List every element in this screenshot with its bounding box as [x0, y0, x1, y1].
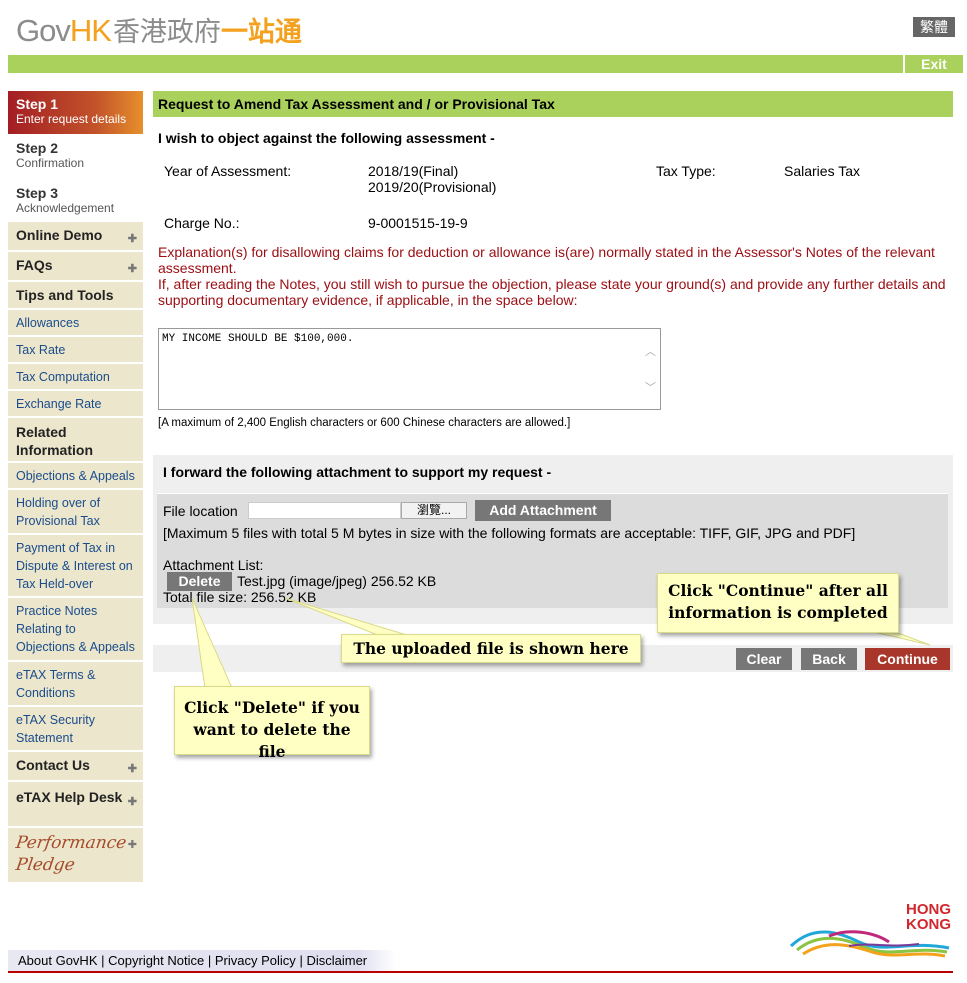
- tax-type-label: Tax Type:: [656, 163, 716, 179]
- attached-file-item: Test.jpg (image/jpeg) 256.52 KB: [237, 573, 437, 589]
- sidebar-item-online-demo[interactable]: Online Demo ✚: [8, 222, 143, 252]
- sidebar-link-etax-security[interactable]: eTAX Security Statement: [8, 707, 143, 752]
- sidebar-link-allowances[interactable]: Allowances: [8, 310, 143, 337]
- page-title: Request to Amend Tax Assessment and / or…: [153, 91, 953, 117]
- performance-pledge-link[interactable]: Performance Pledge ✚: [8, 828, 143, 882]
- step-subtitle: Enter request details: [16, 112, 127, 126]
- expand-plus-icon: ✚: [127, 763, 137, 775]
- language-button[interactable]: 繁體: [913, 17, 955, 37]
- scroll-down-icon[interactable]: ﹀: [645, 379, 656, 395]
- step-subtitle: Confirmation: [16, 156, 85, 170]
- step-2: Step 2 Confirmation: [8, 134, 143, 179]
- step-1-current: Step 1 Enter request details: [8, 91, 143, 134]
- dragon-icon: [789, 930, 950, 958]
- sidebar-item-label: Contact Us: [16, 757, 90, 773]
- grounds-textarea[interactable]: MY INCOME SHOULD BE $100,000. ︿ ﹀: [158, 328, 661, 410]
- pledge-line-2: Pledge: [14, 855, 77, 875]
- max-characters-note: [A maximum of 2,400 English characters o…: [158, 417, 571, 429]
- expand-plus-icon: ✚: [127, 233, 137, 245]
- footer-links: About GovHK | Copyright Notice | Privacy…: [8, 950, 396, 972]
- continue-hint-callout: Click "Continue" after all information i…: [657, 573, 899, 633]
- delete-hint-callout: Click "Delete" if you want to delete the…: [174, 686, 370, 761]
- sidebar-link-holding-over[interactable]: Holding over of Provisional Tax: [8, 490, 143, 535]
- year-label: Year of Assessment:: [164, 163, 292, 179]
- object-heading: I wish to object against the following a…: [158, 130, 495, 146]
- explanation-text-2: If, after reading the Notes, you still w…: [158, 276, 946, 308]
- sidebar-link-tax-rate[interactable]: Tax Rate: [8, 337, 143, 364]
- logo-zh-accent: 一站通: [220, 17, 302, 47]
- expand-plus-icon: ✚: [127, 839, 137, 851]
- sidebar-link-practice-notes[interactable]: Practice Notes Relating to Objections & …: [8, 598, 143, 662]
- logo-gov: Gov: [16, 13, 71, 48]
- sidebar-item-contact-us[interactable]: Contact Us ✚: [8, 752, 143, 782]
- continue-button[interactable]: Continue: [865, 648, 950, 670]
- footer-link-disclaimer[interactable]: Disclaimer: [306, 953, 367, 968]
- expand-plus-icon: ✚: [127, 263, 137, 275]
- step-title: Step 2: [16, 140, 59, 156]
- sidebar-item-faqs[interactable]: FAQs ✚: [8, 252, 143, 282]
- step-3: Step 3 Acknowledgement: [8, 179, 143, 222]
- sidebar-link-etax-terms[interactable]: eTAX Terms & Conditions: [8, 662, 143, 707]
- step-subtitle: Acknowledgement: [16, 201, 115, 215]
- sidebar-heading-label: Tips and Tools: [16, 287, 114, 303]
- sidebar-heading-related-information: Related Information: [8, 418, 143, 463]
- sidebar-item-etax-help[interactable]: eTAX Help Desk ✚: [8, 782, 143, 828]
- tax-type-value: Salaries Tax: [784, 163, 861, 179]
- sidebar-link-objections-appeals[interactable]: Objections & Appeals: [8, 463, 143, 490]
- footer-link-about[interactable]: About GovHK: [18, 953, 98, 968]
- pledge-line-1: Performance: [14, 833, 128, 853]
- footer-divider: [8, 971, 953, 973]
- year-value-2: 2019/20(Provisional): [368, 179, 497, 195]
- sidebar-item-label: eTAX Help Desk: [16, 789, 123, 805]
- sidebar: Step 1 Enter request details Step 2 Conf…: [8, 91, 143, 882]
- file-location-input[interactable]: [248, 502, 401, 519]
- footer-link-privacy[interactable]: Privacy Policy: [215, 953, 296, 968]
- logo-zh-main: 香港政府: [112, 17, 221, 47]
- charge-label: Charge No.:: [164, 215, 240, 231]
- clear-button[interactable]: Clear: [736, 648, 792, 670]
- uploaded-hint-callout: The uploaded file is shown here: [341, 634, 641, 663]
- step-title: Step 1: [16, 96, 59, 112]
- back-button[interactable]: Back: [801, 648, 857, 670]
- add-attachment-button[interactable]: Add Attachment: [475, 500, 611, 521]
- sidebar-link-payment-dispute[interactable]: Payment of Tax in Dispute & Interest on …: [8, 535, 143, 598]
- browse-button[interactable]: 瀏覽...: [401, 502, 467, 519]
- footer-separator: |: [299, 953, 303, 968]
- expand-plus-icon: ✚: [127, 796, 137, 808]
- footer-link-copyright[interactable]: Copyright Notice: [108, 953, 204, 968]
- step-title: Step 3: [16, 185, 59, 201]
- grounds-text: MY INCOME SHOULD BE $100,000.: [162, 333, 354, 345]
- footer-separator: |: [101, 953, 105, 968]
- sidebar-heading-tips-tools: Tips and Tools: [8, 282, 143, 310]
- govhk-logo[interactable]: Gov HK 香港政府 一站通: [16, 10, 302, 48]
- top-bar: [8, 55, 963, 73]
- sidebar-link-tax-computation[interactable]: Tax Computation: [8, 364, 143, 391]
- charge-value: 9-0001515-19-9: [368, 215, 468, 231]
- footer-separator: |: [207, 953, 212, 968]
- scroll-up-icon[interactable]: ︿: [645, 343, 656, 359]
- attachment-list-label: Attachment List:: [163, 557, 264, 573]
- file-location-label: File location: [163, 503, 238, 519]
- total-file-size: Total file size: 256.52 KB: [163, 589, 317, 605]
- year-value-1: 2018/19(Final): [368, 163, 459, 179]
- explanation-text-1: Explanation(s) for disallowing claims fo…: [158, 244, 935, 276]
- exit-button[interactable]: Exit: [903, 55, 963, 73]
- sidebar-link-exchange-rate[interactable]: Exchange Rate: [8, 391, 143, 418]
- sidebar-item-label: Online Demo: [16, 227, 103, 243]
- logo-hk: HK: [69, 13, 112, 48]
- brand-hong-kong-logo: HONG KONG: [789, 902, 955, 962]
- sidebar-item-label: FAQs: [16, 257, 53, 273]
- max-files-note: [Maximum 5 files with total 5 M bytes in…: [163, 525, 856, 541]
- attachment-heading: I forward the following attachment to su…: [163, 464, 552, 480]
- sidebar-heading-label: Related Information: [16, 424, 93, 458]
